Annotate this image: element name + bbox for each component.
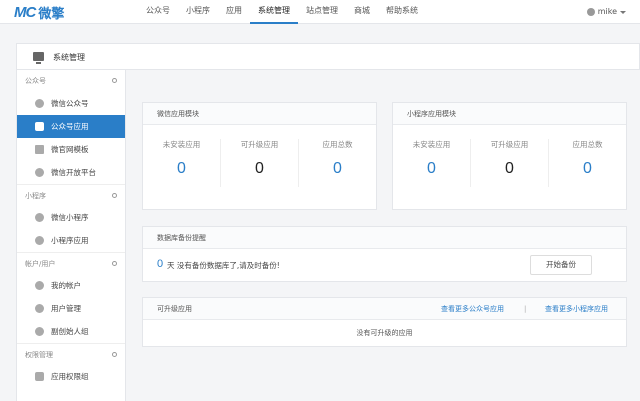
nav-item-store[interactable]: 商城 [346,0,378,24]
sidebar-item-label: 用户管理 [51,304,81,313]
sidebar-group-official: 公众号 [17,70,125,92]
start-backup-button[interactable]: 开始备份 [530,255,592,275]
card-header: 可升级应用 查看更多公众号应用 | 查看更多小程序应用 [143,298,626,320]
sidebar: 公众号 微信公众号 公众号应用 微官网模板 微信开放平台 小程序 微信小程序 小… [16,70,126,401]
stat-value: 0 [255,160,264,177]
sidebar-item-wechat-miniapp[interactable]: 微信小程序 [17,206,125,229]
upgradable-apps-card: 可升级应用 查看更多公众号应用 | 查看更多小程序应用 没有可升级的应用 [142,297,627,347]
stat-upgradable[interactable]: 可升级应用 0 [220,139,298,187]
sidebar-item-label: 微信公众号 [51,99,89,108]
gear-icon[interactable] [112,193,117,198]
stat-label: 未安装应用 [412,140,451,149]
card-title: 微信应用模块 [143,103,376,125]
stat-value: 0 [427,160,436,177]
sidebar-group-accounts: 帐户/用户 [17,252,125,274]
sidebar-item-label: 微官网模板 [51,145,89,154]
page-title: 系统管理 [53,53,85,62]
top-navbar: MC 微擎 公众号 小程序 应用 系统管理 站点管理 商城 帮助系统 mike [0,0,640,24]
sidebar-group-title: 帐户/用户 [25,260,56,268]
miniapp-apps-card: 小程序应用模块 未安装应用 0 可升级应用 0 应用总数 0 [392,102,627,210]
stat-value: 0 [505,160,514,177]
backup-reminder-card: 数据库备份提醒 0 天 没有备份数据库了,请及时备份! 开始备份 [142,226,627,282]
users-icon [35,304,44,313]
sidebar-item-wechat-account[interactable]: 微信公众号 [17,92,125,115]
stat-label: 可升级应用 [490,140,529,149]
separator: | [524,305,527,313]
sidebar-group-title: 公众号 [25,77,46,85]
sidebar-item-label: 我的帐户 [51,281,81,290]
backup-days: 0 [157,258,164,270]
user-name: mike [597,7,617,16]
empty-message: 没有可升级的应用 [356,329,413,337]
card-title: 小程序应用模块 [393,103,626,125]
stat-value: 0 [177,160,186,177]
user-group-icon [35,327,44,336]
sidebar-item-app-permissions[interactable]: 应用权限组 [17,365,125,388]
stat-upgradable[interactable]: 可升级应用 0 [470,139,548,187]
card-title: 数据库备份提醒 [143,227,626,249]
lock-icon [35,372,44,381]
stat-value: 0 [333,160,342,177]
sidebar-group-permissions: 权限管理 [17,343,125,365]
sidebar-group-miniapp: 小程序 [17,184,125,206]
sidebar-item-label: 副创始人组 [51,327,89,336]
nav-item-site[interactable]: 站点管理 [298,0,346,24]
main-nav: 公众号 小程序 应用 系统管理 站点管理 商城 帮助系统 [138,0,426,24]
sidebar-group-title: 小程序 [25,192,46,200]
stat-uninstalled[interactable]: 未安装应用 0 [143,139,220,187]
gear-icon[interactable] [112,78,117,83]
chevron-down-icon [620,10,626,14]
template-icon [35,145,44,154]
stat-label: 应用总数 [322,140,353,149]
monitor-icon [33,52,44,64]
stat-value: 0 [583,160,592,177]
wechat-apps-card: 微信应用模块 未安装应用 0 可升级应用 0 应用总数 0 [142,102,377,210]
more-miniapp-apps-link[interactable]: 查看更多小程序应用 [545,298,608,320]
page-header: 系统管理 [16,43,640,70]
nav-item-system[interactable]: 系统管理 [250,0,298,24]
backup-message: 天 没有备份数据库了,请及时备份! [167,261,280,270]
logo-text: 微擎 [38,7,65,22]
user-icon [35,281,44,290]
more-wechat-apps-link[interactable]: 查看更多公众号应用 [441,298,504,320]
sidebar-item-my-account[interactable]: 我的帐户 [17,274,125,297]
wechat-icon [35,99,44,108]
stat-label: 可升级应用 [240,140,279,149]
user-menu[interactable]: mike [586,0,626,24]
nav-item-help[interactable]: 帮助系统 [378,0,426,24]
sidebar-item-label: 应用权限组 [51,372,89,381]
sidebar-item-site-templates[interactable]: 微官网模板 [17,138,125,161]
logo-mark: MC [14,4,36,21]
miniapp-icon [35,213,44,222]
app-icon [35,122,44,131]
sidebar-item-account-apps[interactable]: 公众号应用 [17,115,125,138]
sidebar-item-vice-founders[interactable]: 副创始人组 [17,320,125,343]
card-title: 可升级应用 [157,305,192,313]
sidebar-item-open-platform[interactable]: 微信开放平台 [17,161,125,184]
sidebar-item-label: 公众号应用 [51,122,89,131]
sidebar-item-label: 微信开放平台 [51,168,96,177]
nav-item-official-account[interactable]: 公众号 [138,0,178,24]
stats-row: 未安装应用 0 可升级应用 0 应用总数 0 [143,125,376,187]
gear-icon[interactable] [112,261,117,266]
stat-uninstalled[interactable]: 未安装应用 0 [393,139,470,187]
sidebar-item-miniapp-apps[interactable]: 小程序应用 [17,229,125,252]
sidebar-item-label: 微信小程序 [51,213,89,222]
stats-row: 未安装应用 0 可升级应用 0 应用总数 0 [393,125,626,187]
stat-total[interactable]: 应用总数 0 [298,139,376,187]
logo[interactable]: MC 微擎 [14,3,64,22]
sidebar-group-title: 权限管理 [25,351,53,359]
backup-row: 0 天 没有备份数据库了,请及时备份! 开始备份 [143,249,626,283]
sidebar-item-user-management[interactable]: 用户管理 [17,297,125,320]
nav-item-mini-program[interactable]: 小程序 [178,0,218,24]
nav-item-apps[interactable]: 应用 [218,0,250,24]
user-icon [35,236,44,245]
stat-label: 应用总数 [572,140,603,149]
sidebar-item-label: 小程序应用 [51,236,89,245]
stat-total[interactable]: 应用总数 0 [548,139,626,187]
platform-icon [35,168,44,177]
stat-label: 未安装应用 [162,140,201,149]
gear-icon[interactable] [112,352,117,357]
user-icon [586,8,595,16]
